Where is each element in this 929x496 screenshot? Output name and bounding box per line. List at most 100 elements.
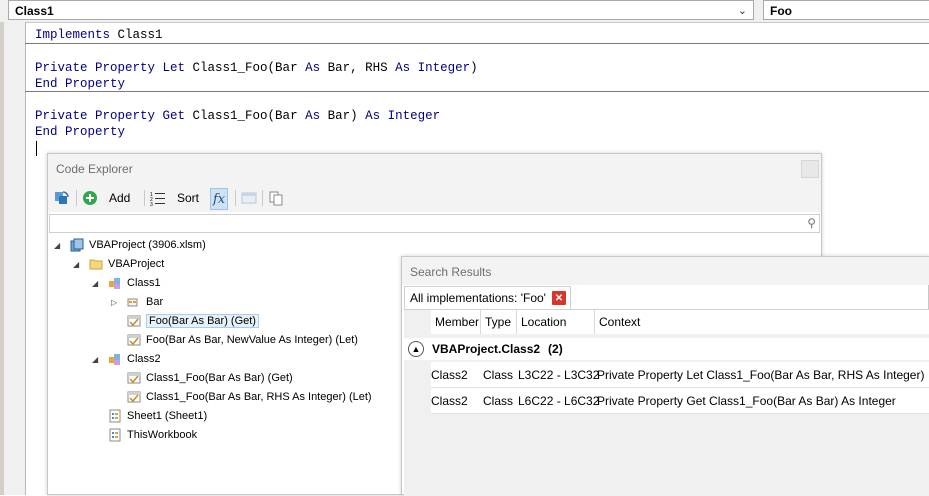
close-tab-icon[interactable]: ✕ xyxy=(551,291,566,305)
collapse-icon[interactable]: ◢ xyxy=(73,260,83,269)
property-get-icon xyxy=(127,315,141,327)
code-line-1: Implements Class1 xyxy=(35,28,163,42)
cell-type: Class xyxy=(483,394,514,408)
search-results-window[interactable]: Search Results All implementations: 'Foo… xyxy=(401,256,929,496)
code-explorer-titlebar[interactable]: Code Explorer xyxy=(48,154,821,184)
search-icon[interactable]: ⚲ xyxy=(807,216,816,230)
tree-item-label: VBAProject xyxy=(108,258,165,270)
search-results-titlebar[interactable]: Search Results xyxy=(402,257,929,285)
tree-item-label: Class2 xyxy=(127,353,161,365)
column-header-member[interactable]: Member xyxy=(431,310,481,334)
copy-icon xyxy=(269,191,283,206)
window-icon xyxy=(241,192,257,204)
copy-button[interactable] xyxy=(268,188,284,208)
cell-location: L3C22 - L3C32 xyxy=(518,368,600,382)
procedure-dropdown[interactable]: Foo xyxy=(763,0,929,20)
procedure-separator xyxy=(25,43,929,44)
designer-button[interactable] xyxy=(241,188,257,208)
code-line-5: End Property xyxy=(35,125,126,139)
code-line-3: End Property xyxy=(35,77,126,91)
fx-icon: fx xyxy=(213,191,226,207)
sort-button[interactable]: 123 Sort xyxy=(150,188,199,208)
code-line-2: Private Property Let Class1_Foo(Bar As B… xyxy=(35,61,478,75)
editor-margin xyxy=(4,22,26,495)
table-row[interactable]: Class2 Class L3C22 - L3C32 Private Prope… xyxy=(431,362,929,388)
cell-type: Class xyxy=(483,368,514,382)
procedure-separator xyxy=(25,91,929,92)
tree-item-label: ThisWorkbook xyxy=(127,429,198,441)
tree-item-label: Sheet1 (Sheet1) xyxy=(127,410,208,422)
property-let-icon xyxy=(127,334,141,346)
tree-item-label: Foo(Bar As Bar, NewValue As Integer) (Le… xyxy=(146,334,358,346)
toolbar-separator xyxy=(262,190,263,206)
code-explorer-toolbar: Add 123 Sort fx xyxy=(48,184,821,212)
cell-location: L6C22 - L6C32 xyxy=(518,394,600,408)
tree-item-label: Bar xyxy=(146,296,164,308)
signature-toggle-button[interactable]: fx xyxy=(210,188,229,210)
class-module-icon xyxy=(109,354,120,365)
tree-item[interactable]: Sheet1 (Sheet1) xyxy=(92,407,207,425)
tree-item-label: Class1 xyxy=(127,277,161,289)
cell-member: Class2 xyxy=(431,368,468,382)
tree-item-selected[interactable]: Foo(Bar As Bar) (Get) xyxy=(111,312,259,330)
project-icon xyxy=(70,238,84,252)
text-caret xyxy=(36,141,37,156)
module-dropdown-bar: Class1 ⌄ Foo xyxy=(0,0,929,23)
tree-item-label: Class1_Foo(Bar As Bar, RHS As Integer) (… xyxy=(146,391,372,403)
folder-icon xyxy=(89,259,103,270)
toolbar-separator xyxy=(76,190,77,206)
result-group[interactable]: ▲ VBAProject.Class2 (2) xyxy=(404,338,929,360)
tree-item-label: Foo(Bar As Bar) (Get) xyxy=(146,314,259,328)
tree-item[interactable]: ThisWorkbook xyxy=(92,426,197,444)
tree-item[interactable]: ◢ VBAProject xyxy=(73,255,164,273)
add-button[interactable]: Add xyxy=(82,188,130,208)
column-header-type[interactable]: Type xyxy=(481,310,517,334)
object-dropdown[interactable]: Class1 ⌄ xyxy=(8,0,754,20)
procedure-dropdown-value: Foo xyxy=(770,4,792,18)
column-header-location[interactable]: Location xyxy=(517,310,595,334)
tree-item[interactable]: ◢ Class2 xyxy=(92,350,161,368)
tree-item[interactable]: ◢ Class1 xyxy=(92,274,161,292)
collapse-icon[interactable]: ◢ xyxy=(92,355,102,364)
chevron-down-icon[interactable]: ⌄ xyxy=(738,4,747,17)
cell-context: Private Property Get Class1_Foo(Bar As B… xyxy=(597,394,896,408)
column-header-context[interactable]: Context xyxy=(595,310,929,334)
object-dropdown-value: Class1 xyxy=(15,4,54,18)
code-explorer-search-input[interactable]: ⚲ xyxy=(49,214,820,233)
tree-item-label: Class1_Foo(Bar As Bar) (Get) xyxy=(146,372,293,384)
worksheet-icon xyxy=(109,409,121,423)
property-let-icon xyxy=(127,391,141,403)
sort-label: Sort xyxy=(177,191,200,205)
table-row[interactable]: Class2 Class L6C22 - L6C32 Private Prope… xyxy=(431,388,929,414)
svg-text:3: 3 xyxy=(150,202,153,206)
refresh-icon xyxy=(55,191,69,204)
toolbar-separator xyxy=(235,190,236,206)
close-button[interactable] xyxy=(801,160,819,178)
expand-icon[interactable]: ▷ xyxy=(111,298,121,307)
code-explorer-title: Code Explorer xyxy=(56,162,133,176)
search-results-title: Search Results xyxy=(410,265,492,279)
collapse-icon[interactable]: ◢ xyxy=(54,241,64,250)
tree-item[interactable]: ◢ VBAProject (3906.xlsm) xyxy=(54,236,206,254)
tree-item[interactable]: ▷ Bar xyxy=(111,293,163,311)
refresh-button[interactable] xyxy=(54,188,70,208)
search-results-tab[interactable]: All implementations: 'Foo' ✕ xyxy=(404,286,571,309)
collapse-icon[interactable]: ◢ xyxy=(92,279,102,288)
toolbar-separator xyxy=(144,190,145,206)
class-module-icon xyxy=(109,278,120,289)
cell-member: Class2 xyxy=(431,394,468,408)
add-label: Add xyxy=(109,191,131,205)
collapse-group-icon[interactable]: ▲ xyxy=(408,341,424,357)
tree-item[interactable]: Foo(Bar As Bar, NewValue As Integer) (Le… xyxy=(111,331,358,349)
tab-label: All implementations: 'Foo' xyxy=(410,291,546,305)
workbook-icon xyxy=(109,428,121,442)
group-label: VBAProject.Class2 xyxy=(432,342,541,356)
tree-item-label: VBAProject (3906.xlsm) xyxy=(89,239,206,251)
tree-item[interactable]: Class1_Foo(Bar As Bar) (Get) xyxy=(111,369,293,387)
code-line-4: Private Property Get Class1_Foo(Bar As B… xyxy=(35,109,441,123)
tree-item[interactable]: Class1_Foo(Bar As Bar, RHS As Integer) (… xyxy=(111,388,372,406)
property-icon xyxy=(127,298,138,307)
property-get-icon xyxy=(127,372,141,384)
group-count: (2) xyxy=(548,342,563,356)
search-results-grid: Member Type Location Context ▲ VBAProjec… xyxy=(404,309,929,496)
